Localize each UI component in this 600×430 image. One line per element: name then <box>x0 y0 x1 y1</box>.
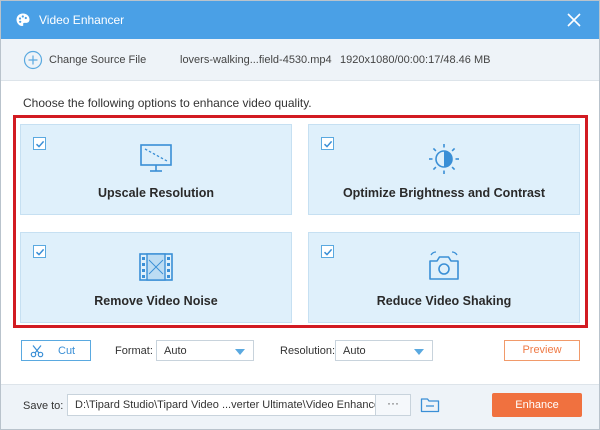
option-remove-video-noise[interactable]: Remove Video Noise <box>20 232 292 323</box>
preview-button[interactable]: Preview <box>504 340 580 361</box>
option-reduce-video-shaking[interactable]: Reduce Video Shaking <box>308 232 580 323</box>
camera-shake-icon <box>429 251 459 280</box>
option-label: Reduce Video Shaking <box>376 294 512 308</box>
browse-path-button[interactable]: ··· <box>375 395 410 415</box>
upscale-icon <box>140 144 172 172</box>
palette-icon <box>16 13 30 26</box>
option-label: Upscale Resolution <box>98 186 214 200</box>
save-path-text: D:\Tipard Studio\Tipard Video ...verter … <box>75 399 384 411</box>
chevron-down-icon <box>235 349 245 355</box>
checkmark-icon <box>35 248 45 256</box>
cut-button[interactable]: Cut <box>21 340 91 361</box>
source-file-bar: Change Source File lovers-walking...fiel… <box>1 39 599 81</box>
cut-label: Cut <box>58 345 76 357</box>
add-circle-icon[interactable] <box>23 50 43 70</box>
checkmark-icon <box>323 248 333 256</box>
source-file-info: 1920x1080/00:00:17/48.46 MB <box>340 54 491 66</box>
window-title: Video Enhancer <box>39 13 125 27</box>
option-label: Optimize Brightness and Contrast <box>342 186 546 200</box>
change-source-file-button[interactable]: Change Source File <box>49 54 146 66</box>
format-dropdown[interactable]: Auto <box>156 340 254 361</box>
upscale-resolution-checkbox[interactable] <box>33 137 46 150</box>
checkmark-icon <box>35 140 45 148</box>
option-upscale-resolution[interactable]: Upscale Resolution <box>20 124 292 215</box>
option-label: Remove Video Noise <box>94 294 218 308</box>
film-noise-icon <box>139 253 173 281</box>
folder-icon[interactable] <box>420 396 440 414</box>
save-to-label: Save to: <box>23 400 64 412</box>
brightness-icon <box>429 144 459 174</box>
enhance-button[interactable]: Enhance <box>492 393 582 417</box>
footer-bar: Save to: D:\Tipard Studio\Tipard Video .… <box>1 384 599 429</box>
resolution-value: Auto <box>343 345 366 357</box>
source-filename: lovers-walking...field-4530.mp4 <box>180 54 332 66</box>
scissors-icon <box>30 345 44 358</box>
checkmark-icon <box>323 140 333 148</box>
chevron-down-icon <box>414 349 424 355</box>
title-bar: Video Enhancer <box>1 1 599 39</box>
optimize-brightness-checkbox[interactable] <box>321 137 334 150</box>
video-enhancer-window: Video Enhancer Change Source File lovers… <box>0 0 600 430</box>
format-value: Auto <box>164 345 187 357</box>
remove-video-noise-checkbox[interactable] <box>33 245 46 258</box>
format-label: Format: <box>115 345 153 357</box>
close-icon[interactable] <box>565 11 583 29</box>
save-path-field[interactable]: D:\Tipard Studio\Tipard Video ...verter … <box>67 394 411 416</box>
resolution-label: Resolution: <box>280 345 336 357</box>
resolution-dropdown[interactable]: Auto <box>335 340 433 361</box>
option-optimize-brightness[interactable]: Optimize Brightness and Contrast <box>308 124 580 215</box>
reduce-video-shaking-checkbox[interactable] <box>321 245 334 258</box>
instruction-text: Choose the following options to enhance … <box>23 96 312 110</box>
